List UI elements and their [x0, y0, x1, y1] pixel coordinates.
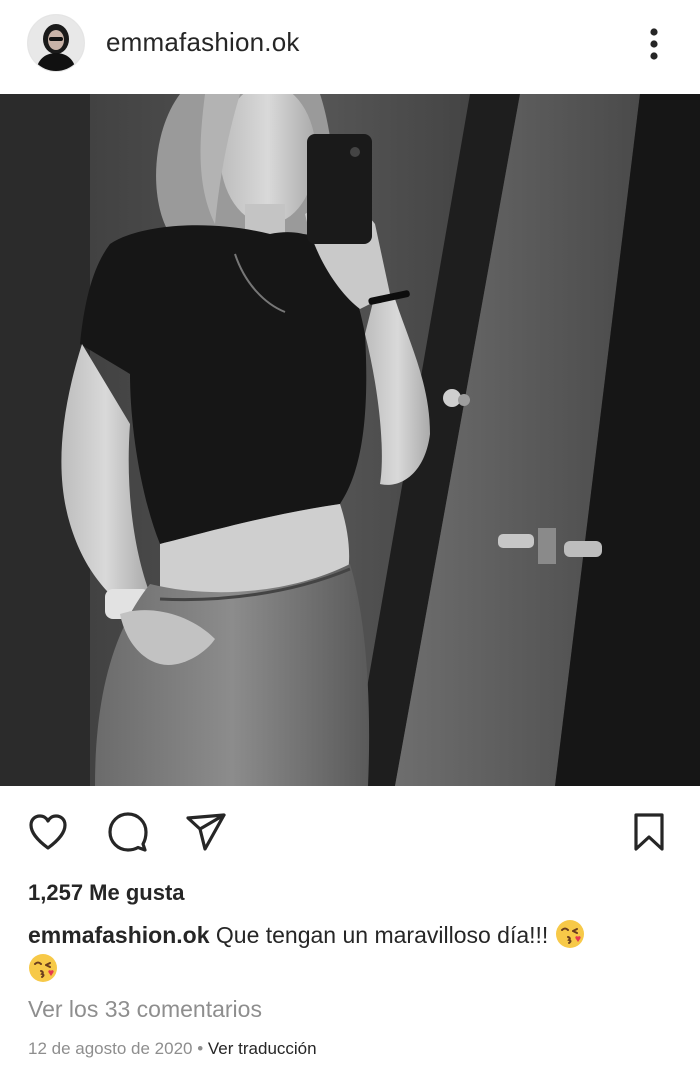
- view-comments-link[interactable]: Ver los 33 comentarios: [28, 996, 262, 1023]
- post-photo[interactable]: [0, 94, 700, 786]
- kissing-face-emoji: [555, 920, 584, 948]
- avatar[interactable]: [27, 14, 85, 72]
- post-meta: 12 de agosto de 2020 • Ver traducción: [28, 1039, 317, 1059]
- post-header: emmafashion.ok: [0, 0, 700, 94]
- likes-count[interactable]: 1,257 Me gusta: [28, 880, 185, 906]
- share-button[interactable]: [184, 810, 228, 854]
- like-button[interactable]: [26, 810, 70, 854]
- see-translation-link[interactable]: Ver traducción: [208, 1039, 317, 1058]
- action-bar: [0, 800, 700, 862]
- more-vertical-icon: [650, 28, 658, 60]
- meta-separator: •: [197, 1039, 204, 1058]
- save-button[interactable]: [627, 810, 671, 854]
- username-header[interactable]: emmafashion.ok: [106, 27, 300, 58]
- caption: emmafashion.ok Que tengan un maravilloso…: [28, 918, 668, 986]
- caption-username[interactable]: emmafashion.ok: [28, 922, 210, 948]
- comment-icon: [108, 812, 148, 852]
- post-date: 12 de agosto de 2020: [28, 1039, 193, 1058]
- more-options-button[interactable]: [634, 22, 674, 66]
- bookmark-icon: [634, 813, 664, 851]
- caption-text: Que tengan un maravilloso día!!!: [215, 922, 549, 948]
- heart-icon: [29, 814, 67, 850]
- kissing-face-emoji: [29, 954, 57, 982]
- send-icon: [186, 813, 226, 851]
- comment-button[interactable]: [106, 810, 150, 854]
